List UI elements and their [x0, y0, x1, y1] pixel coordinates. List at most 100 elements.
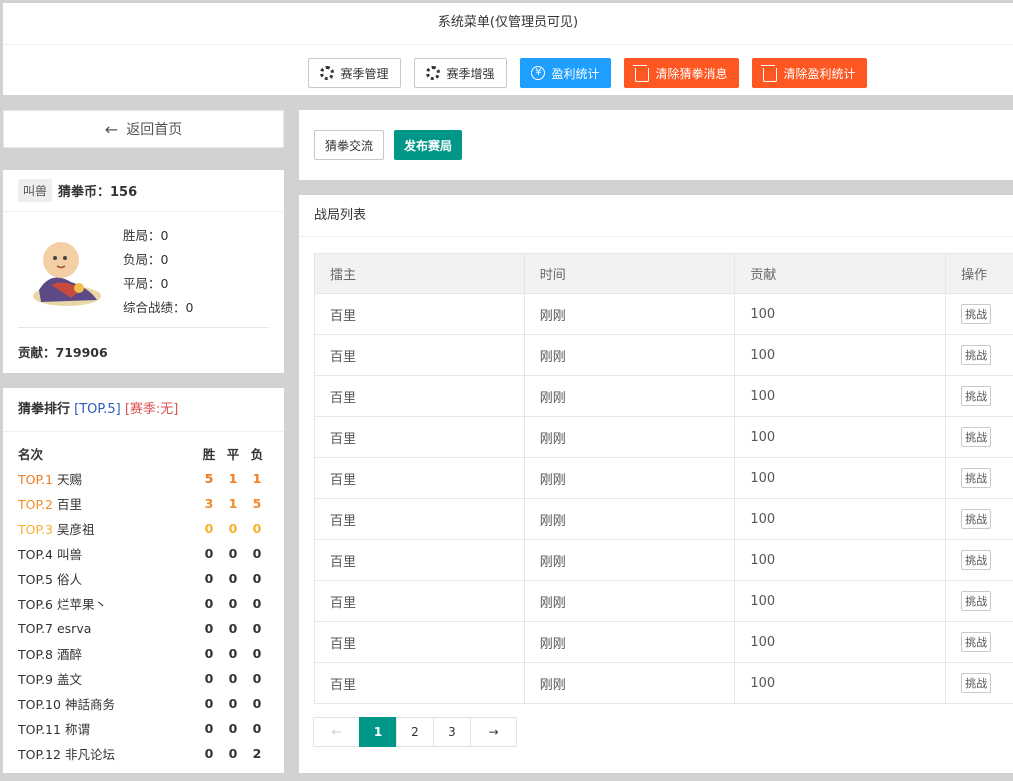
ranking-losses: 0 [252, 621, 262, 636]
table-row: 百里 刚刚 100 挑战 [314, 457, 1013, 499]
ranking-position: TOP.10 [18, 697, 61, 712]
cell-host: 百里 [314, 498, 525, 540]
publish-button[interactable]: 发布赛局 [394, 130, 463, 160]
profit-stats-button[interactable]: ¥ 盈利统计 [520, 58, 611, 88]
cell-time: 刚刚 [523, 580, 736, 622]
user-tag: 叫兽 [18, 179, 53, 202]
season-manage-button[interactable]: 赛季管理 [308, 58, 401, 88]
cell-host: 百里 [314, 416, 525, 458]
cell-time: 刚刚 [523, 375, 736, 417]
battle-list-title: 战局列表 [299, 195, 1013, 237]
ranking-draws: 0 [228, 546, 238, 561]
season-enhance-button[interactable]: 赛季增强 [414, 58, 507, 88]
cell-contrib: 100 [734, 416, 947, 458]
user-header: 叫兽 猜拳币：156 [3, 170, 284, 212]
yen-icon: ¥ [531, 66, 546, 80]
ranking-entry: TOP.6 烂苹果丶 [18, 594, 197, 613]
prev-page-button[interactable]: ← [313, 717, 360, 747]
cell-contrib: 100 [734, 498, 947, 540]
clear-messages-label: 清除猜拳消息 [655, 66, 728, 81]
back-home-button[interactable]: ← 返回首页 [3, 110, 284, 148]
ranking-losses: 0 [252, 696, 262, 711]
cell-contrib: 100 [734, 621, 947, 663]
cell-action: 挑战 [945, 293, 1013, 335]
season-manage-label: 赛季管理 [340, 66, 389, 81]
challenge-button[interactable]: 挑战 [961, 632, 992, 652]
ranking-entry: TOP.3 吴彦祖 [18, 519, 197, 538]
challenge-button[interactable]: 挑战 [961, 386, 992, 406]
table-row: 百里 刚刚 100 挑战 [314, 621, 1013, 663]
ranking-entry: TOP.4 叫兽 [18, 544, 197, 563]
ranking-losses: 0 [252, 596, 262, 611]
cell-host: 百里 [314, 293, 525, 335]
cell-contrib: 100 [734, 662, 947, 704]
cell-action: 挑战 [945, 621, 1013, 663]
ranking-draws: 0 [228, 621, 238, 636]
ranking-list: 名次 胜 平 负 TOP.1 天赐 5 1 1 TOP.2 百里 3 1 5 TOP.3 吴彦祖… [18, 441, 269, 766]
ranking-row: TOP.3 吴彦祖 0 0 0 [18, 516, 269, 541]
ranking-row: TOP.4 叫兽 0 0 0 [18, 541, 269, 566]
page-3-button[interactable]: 3 [433, 717, 471, 747]
page-1-button[interactable]: 1 [359, 717, 397, 747]
header-draw: 平 [226, 447, 240, 462]
ranking-username: 天赐 [56, 472, 82, 487]
ranking-wins: 0 [204, 571, 214, 586]
ranking-username: esrva [56, 621, 92, 636]
ranking-losses: 0 [252, 646, 262, 661]
clear-profit-button[interactable]: 清除盈利统计 [752, 58, 867, 88]
ranking-wins: 0 [204, 546, 214, 561]
ranking-entry: TOP.5 俗人 [18, 569, 197, 588]
ranking-wins: 3 [204, 496, 214, 511]
challenge-button[interactable]: 挑战 [961, 345, 992, 365]
clear-messages-button[interactable]: 清除猜拳消息 [624, 58, 739, 88]
ranking-entry: TOP.12 非凡论坛 [18, 744, 197, 763]
ranking-username: 烂苹果丶 [56, 597, 107, 612]
ranking-wins: 0 [204, 596, 214, 611]
challenge-button[interactable]: 挑战 [961, 304, 992, 324]
col-action: 操作 [945, 253, 1013, 294]
table-row: 百里 刚刚 100 挑战 [314, 334, 1013, 376]
exchange-button[interactable]: 猜拳交流 [314, 130, 385, 160]
page-2-button[interactable]: 2 [396, 717, 434, 747]
table-row: 百里 刚刚 100 挑战 [314, 580, 1013, 622]
clear-profit-label: 清除盈利统计 [783, 66, 856, 81]
cell-action: 挑战 [945, 416, 1013, 458]
ranking-wins: 0 [204, 646, 214, 661]
table-row: 百里 刚刚 100 挑战 [314, 662, 1013, 704]
ranking-wins: 0 [204, 721, 214, 736]
challenge-button[interactable]: 挑战 [961, 673, 992, 693]
ranking-title-text: 猜拳排行 [18, 402, 71, 417]
challenge-button[interactable]: 挑战 [961, 550, 992, 570]
challenge-button[interactable]: 挑战 [961, 427, 992, 447]
col-contrib: 贡献 [734, 253, 947, 294]
cell-host: 百里 [314, 457, 525, 499]
ranking-draws: 0 [228, 696, 238, 711]
ranking-position: TOP.8 [18, 647, 53, 662]
challenge-button[interactable]: 挑战 [961, 468, 992, 488]
ranking-losses: 5 [252, 496, 262, 511]
ranking-position: TOP.1 [18, 472, 53, 487]
next-page-button[interactable]: → [470, 717, 517, 747]
cell-action: 挑战 [945, 457, 1013, 499]
ranking-position: TOP.5 [18, 572, 53, 587]
cell-contrib: 100 [734, 334, 947, 376]
cell-action: 挑战 [945, 375, 1013, 417]
col-time: 时间 [523, 253, 736, 294]
cell-host: 百里 [314, 621, 525, 663]
pagination: ← 1 2 3 → [313, 717, 517, 747]
ranking-position: TOP.7 [18, 621, 53, 636]
trash-icon [633, 64, 650, 82]
challenge-button[interactable]: 挑战 [961, 509, 992, 529]
ranking-draws: 0 [228, 596, 238, 611]
ranking-position: TOP.9 [18, 672, 53, 687]
cell-time: 刚刚 [523, 662, 736, 704]
cell-action: 挑战 [945, 498, 1013, 540]
ranking-draws: 1 [228, 496, 238, 511]
ranking-username: 盖文 [56, 672, 82, 687]
ranking-losses: 0 [252, 571, 262, 586]
col-host: 擂主 [314, 253, 525, 294]
ranking-top-link[interactable]: [TOP.5] [74, 402, 121, 417]
table-row: 百里 刚刚 100 挑战 [314, 416, 1013, 458]
challenge-button[interactable]: 挑战 [961, 591, 992, 611]
ranking-entry: TOP.1 天赐 [18, 469, 197, 488]
